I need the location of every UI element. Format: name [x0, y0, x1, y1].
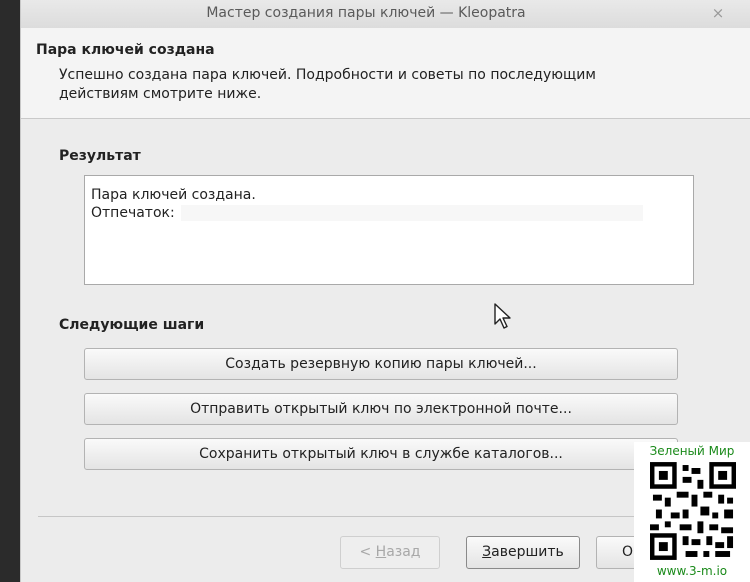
upload-to-directory-button[interactable]: Сохранить открытый ключ в службе каталог…	[84, 438, 678, 470]
result-text-box[interactable]: Пара ключей создана. Отпечаток:	[84, 175, 694, 285]
close-icon[interactable]: ×	[709, 4, 727, 22]
mouse-pointer-icon	[494, 303, 511, 329]
qr-code-icon	[650, 462, 736, 560]
back-label: азад	[386, 544, 421, 560]
fingerprint-value-redacted	[180, 205, 643, 221]
footer-divider	[38, 516, 738, 517]
result-line: Пара ключей создана.	[91, 187, 256, 203]
header-description: Успешно создана пара ключей. Подробности…	[59, 67, 596, 102]
back-prefix: <	[359, 544, 376, 560]
result-section-title: Результат	[59, 148, 141, 164]
window-title: Мастер создания пары ключей — Kleopatra	[206, 5, 526, 21]
back-button[interactable]: < Назад	[340, 536, 440, 569]
fingerprint-row: Отпечаток:	[91, 204, 687, 222]
backup-key-pair-button[interactable]: Создать резервную копию пары ключей...	[84, 348, 678, 380]
finish-label: авершить	[491, 544, 564, 560]
finish-mnemonic: З	[482, 544, 492, 560]
finish-button[interactable]: Завершить	[466, 536, 580, 569]
watermark-bottom-text: www.3-m.io	[656, 564, 728, 578]
watermark: Зеленый Мир www.3-m.io	[634, 442, 750, 582]
back-mnemonic: Н	[375, 544, 387, 560]
title-bar: Мастер создания пары ключей — Kleopatra …	[21, 0, 750, 29]
header-title: Пара ключей создана	[36, 42, 215, 58]
wizard-header: Пара ключей создана Успешно создана пара…	[21, 28, 750, 119]
cancel-label: О	[622, 544, 634, 560]
email-public-key-button[interactable]: Отправить открытый ключ по электронной п…	[84, 393, 678, 425]
watermark-top-text: Зеленый Мир	[649, 444, 735, 458]
fingerprint-label: Отпечаток:	[91, 205, 175, 221]
next-steps-section-title: Следующие шаги	[59, 317, 205, 333]
